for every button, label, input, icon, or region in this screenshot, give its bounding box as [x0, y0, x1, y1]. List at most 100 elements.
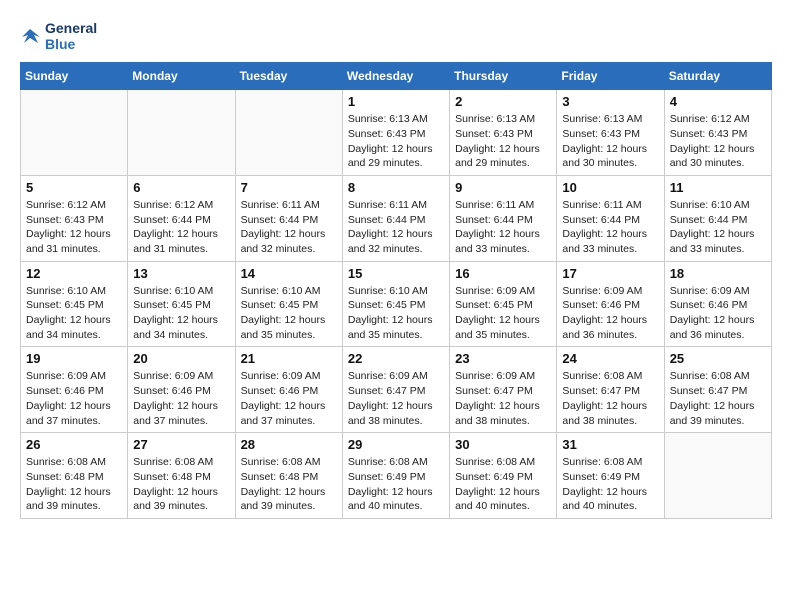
calendar-cell: 20 Sunrise: 6:09 AMSunset: 6:46 PMDayligh… [128, 347, 235, 433]
day-number: 13 [133, 266, 229, 281]
day-info: Sunrise: 6:08 AMSunset: 6:49 PMDaylight:… [562, 455, 658, 514]
calendar-cell: 2Sunrise: 6:13 AMSunset: 6:43 PMDaylight… [450, 90, 557, 176]
day-info: Sunrise: 6:08 AMSunset: 6:48 PMDaylight:… [241, 455, 337, 514]
day-info: Sunrise: 6:10 AMSunset: 6:44 PMDaylight:… [670, 198, 766, 257]
calendar-cell [21, 90, 128, 176]
day-info: Sunrise: 6:12 AMSunset: 6:44 PMDaylight:… [133, 198, 229, 257]
day-number: 16 [455, 266, 551, 281]
day-info: Sunrise: 6:08 AMSunset: 6:49 PMDaylight:… [455, 455, 551, 514]
logo-bird-icon [20, 25, 42, 47]
logo-general: General [45, 20, 97, 36]
calendar-week-row: 1 Sunrise: 6:13 AMSunset: 6:43 PMDaylight… [21, 90, 772, 176]
day-info: Sunrise: 6:08 AMSunset: 6:47 PMDaylight:… [670, 369, 766, 428]
day-info: Sunrise: 6:13 AMSunset: 6:43 PMDaylight:… [348, 112, 444, 171]
page-header: General Blue [20, 20, 772, 52]
day-info: Sunrise: 6:09 AMSunset: 6:46 PMDaylight:… [562, 284, 658, 343]
calendar-cell: 22Sunrise: 6:09 AMSunset: 6:47 PMDayligh… [342, 347, 449, 433]
day-number: 20 [133, 351, 229, 366]
day-info: Sunrise: 6:11 AMSunset: 6:44 PMDaylight:… [562, 198, 658, 257]
day-number: 30 [455, 437, 551, 452]
day-number: 2 [455, 94, 551, 109]
day-info: Sunrise: 6:08 AMSunset: 6:47 PMDaylight:… [562, 369, 658, 428]
day-info: Sunrise: 6:08 AMSunset: 6:49 PMDaylight:… [348, 455, 444, 514]
day-number: 18 [670, 266, 766, 281]
calendar-week-row: 5Sunrise: 6:12 AMSunset: 6:43 PMDaylight… [21, 175, 772, 261]
calendar-cell: 19 Sunrise: 6:09 AMSunset: 6:46 PMDayligh… [21, 347, 128, 433]
day-info: Sunrise: 6:11 AMSunset: 6:44 PMDaylight:… [455, 198, 551, 257]
calendar-header-row: SundayMondayTuesdayWednesdayThursdayFrid… [21, 63, 772, 90]
day-number: 24 [562, 351, 658, 366]
calendar-cell: 30 Sunrise: 6:08 AMSunset: 6:49 PMDayligh… [450, 433, 557, 519]
calendar-cell: 29Sunrise: 6:08 AMSunset: 6:49 PMDayligh… [342, 433, 449, 519]
calendar-cell [664, 433, 771, 519]
calendar-cell: 6 Sunrise: 6:12 AMSunset: 6:44 PMDaylight… [128, 175, 235, 261]
day-number: 9 [455, 180, 551, 195]
calendar-cell: 3 Sunrise: 6:13 AMSunset: 6:43 PMDaylight… [557, 90, 664, 176]
calendar-cell: 8 Sunrise: 6:11 AMSunset: 6:44 PMDaylight… [342, 175, 449, 261]
day-info: Sunrise: 6:09 AMSunset: 6:46 PMDaylight:… [241, 369, 337, 428]
day-header-sunday: Sunday [21, 63, 128, 90]
calendar-cell: 27Sunrise: 6:08 AMSunset: 6:48 PMDayligh… [128, 433, 235, 519]
day-number: 4 [670, 94, 766, 109]
calendar-cell: 25 Sunrise: 6:08 AMSunset: 6:47 PMDayligh… [664, 347, 771, 433]
calendar-week-row: 26Sunrise: 6:08 AMSunset: 6:48 PMDayligh… [21, 433, 772, 519]
day-info: Sunrise: 6:11 AMSunset: 6:44 PMDaylight:… [241, 198, 337, 257]
day-info: Sunrise: 6:10 AMSunset: 6:45 PMDaylight:… [348, 284, 444, 343]
day-info: Sunrise: 6:12 AMSunset: 6:43 PMDaylight:… [670, 112, 766, 171]
calendar-week-row: 12 Sunrise: 6:10 AMSunset: 6:45 PMDayligh… [21, 261, 772, 347]
calendar-cell: 4 Sunrise: 6:12 AMSunset: 6:43 PMDaylight… [664, 90, 771, 176]
day-header-monday: Monday [128, 63, 235, 90]
day-number: 6 [133, 180, 229, 195]
calendar-cell: 23Sunrise: 6:09 AMSunset: 6:47 PMDayligh… [450, 347, 557, 433]
day-header-thursday: Thursday [450, 63, 557, 90]
calendar-cell: 21 Sunrise: 6:09 AMSunset: 6:46 PMDayligh… [235, 347, 342, 433]
day-number: 28 [241, 437, 337, 452]
calendar-cell: 28 Sunrise: 6:08 AMSunset: 6:48 PMDayligh… [235, 433, 342, 519]
day-header-saturday: Saturday [664, 63, 771, 90]
calendar-cell: 9 Sunrise: 6:11 AMSunset: 6:44 PMDaylight… [450, 175, 557, 261]
day-info: Sunrise: 6:11 AMSunset: 6:44 PMDaylight:… [348, 198, 444, 257]
calendar-cell: 1 Sunrise: 6:13 AMSunset: 6:43 PMDaylight… [342, 90, 449, 176]
calendar-cell: 5Sunrise: 6:12 AMSunset: 6:43 PMDaylight… [21, 175, 128, 261]
day-info: Sunrise: 6:10 AMSunset: 6:45 PMDaylight:… [133, 284, 229, 343]
calendar-cell: 10 Sunrise: 6:11 AMSunset: 6:44 PMDayligh… [557, 175, 664, 261]
day-number: 31 [562, 437, 658, 452]
day-info: Sunrise: 6:09 AMSunset: 6:46 PMDaylight:… [26, 369, 122, 428]
day-number: 12 [26, 266, 122, 281]
day-number: 21 [241, 351, 337, 366]
day-info: Sunrise: 6:09 AMSunset: 6:47 PMDaylight:… [348, 369, 444, 428]
day-info: Sunrise: 6:09 AMSunset: 6:46 PMDaylight:… [133, 369, 229, 428]
calendar-cell: 14Sunrise: 6:10 AMSunset: 6:45 PMDayligh… [235, 261, 342, 347]
calendar-cell: 15 Sunrise: 6:10 AMSunset: 6:45 PMDayligh… [342, 261, 449, 347]
day-number: 14 [241, 266, 337, 281]
calendar-cell: 24 Sunrise: 6:08 AMSunset: 6:47 PMDayligh… [557, 347, 664, 433]
day-number: 8 [348, 180, 444, 195]
logo: General Blue [20, 20, 97, 52]
day-number: 17 [562, 266, 658, 281]
calendar-cell: 31 Sunrise: 6:08 AMSunset: 6:49 PMDayligh… [557, 433, 664, 519]
logo-text: General Blue [20, 20, 97, 52]
day-number: 3 [562, 94, 658, 109]
day-number: 25 [670, 351, 766, 366]
logo-blue: Blue [45, 36, 97, 52]
day-number: 7 [241, 180, 337, 195]
calendar-cell: 13 Sunrise: 6:10 AMSunset: 6:45 PMDayligh… [128, 261, 235, 347]
day-number: 1 [348, 94, 444, 109]
day-info: Sunrise: 6:13 AMSunset: 6:43 PMDaylight:… [562, 112, 658, 171]
day-info: Sunrise: 6:08 AMSunset: 6:48 PMDaylight:… [26, 455, 122, 514]
day-info: Sunrise: 6:09 AMSunset: 6:45 PMDaylight:… [455, 284, 551, 343]
day-info: Sunrise: 6:09 AMSunset: 6:47 PMDaylight:… [455, 369, 551, 428]
day-info: Sunrise: 6:10 AMSunset: 6:45 PMDaylight:… [26, 284, 122, 343]
calendar-cell: 18Sunrise: 6:09 AMSunset: 6:46 PMDayligh… [664, 261, 771, 347]
day-info: Sunrise: 6:08 AMSunset: 6:48 PMDaylight:… [133, 455, 229, 514]
calendar-cell: 17 Sunrise: 6:09 AMSunset: 6:46 PMDayligh… [557, 261, 664, 347]
calendar-week-row: 19 Sunrise: 6:09 AMSunset: 6:46 PMDayligh… [21, 347, 772, 433]
day-number: 19 [26, 351, 122, 366]
calendar-cell: 11 Sunrise: 6:10 AMSunset: 6:44 PMDayligh… [664, 175, 771, 261]
day-number: 15 [348, 266, 444, 281]
day-number: 10 [562, 180, 658, 195]
day-number: 11 [670, 180, 766, 195]
day-header-tuesday: Tuesday [235, 63, 342, 90]
calendar-cell: 12 Sunrise: 6:10 AMSunset: 6:45 PMDayligh… [21, 261, 128, 347]
calendar-cell: 26Sunrise: 6:08 AMSunset: 6:48 PMDayligh… [21, 433, 128, 519]
